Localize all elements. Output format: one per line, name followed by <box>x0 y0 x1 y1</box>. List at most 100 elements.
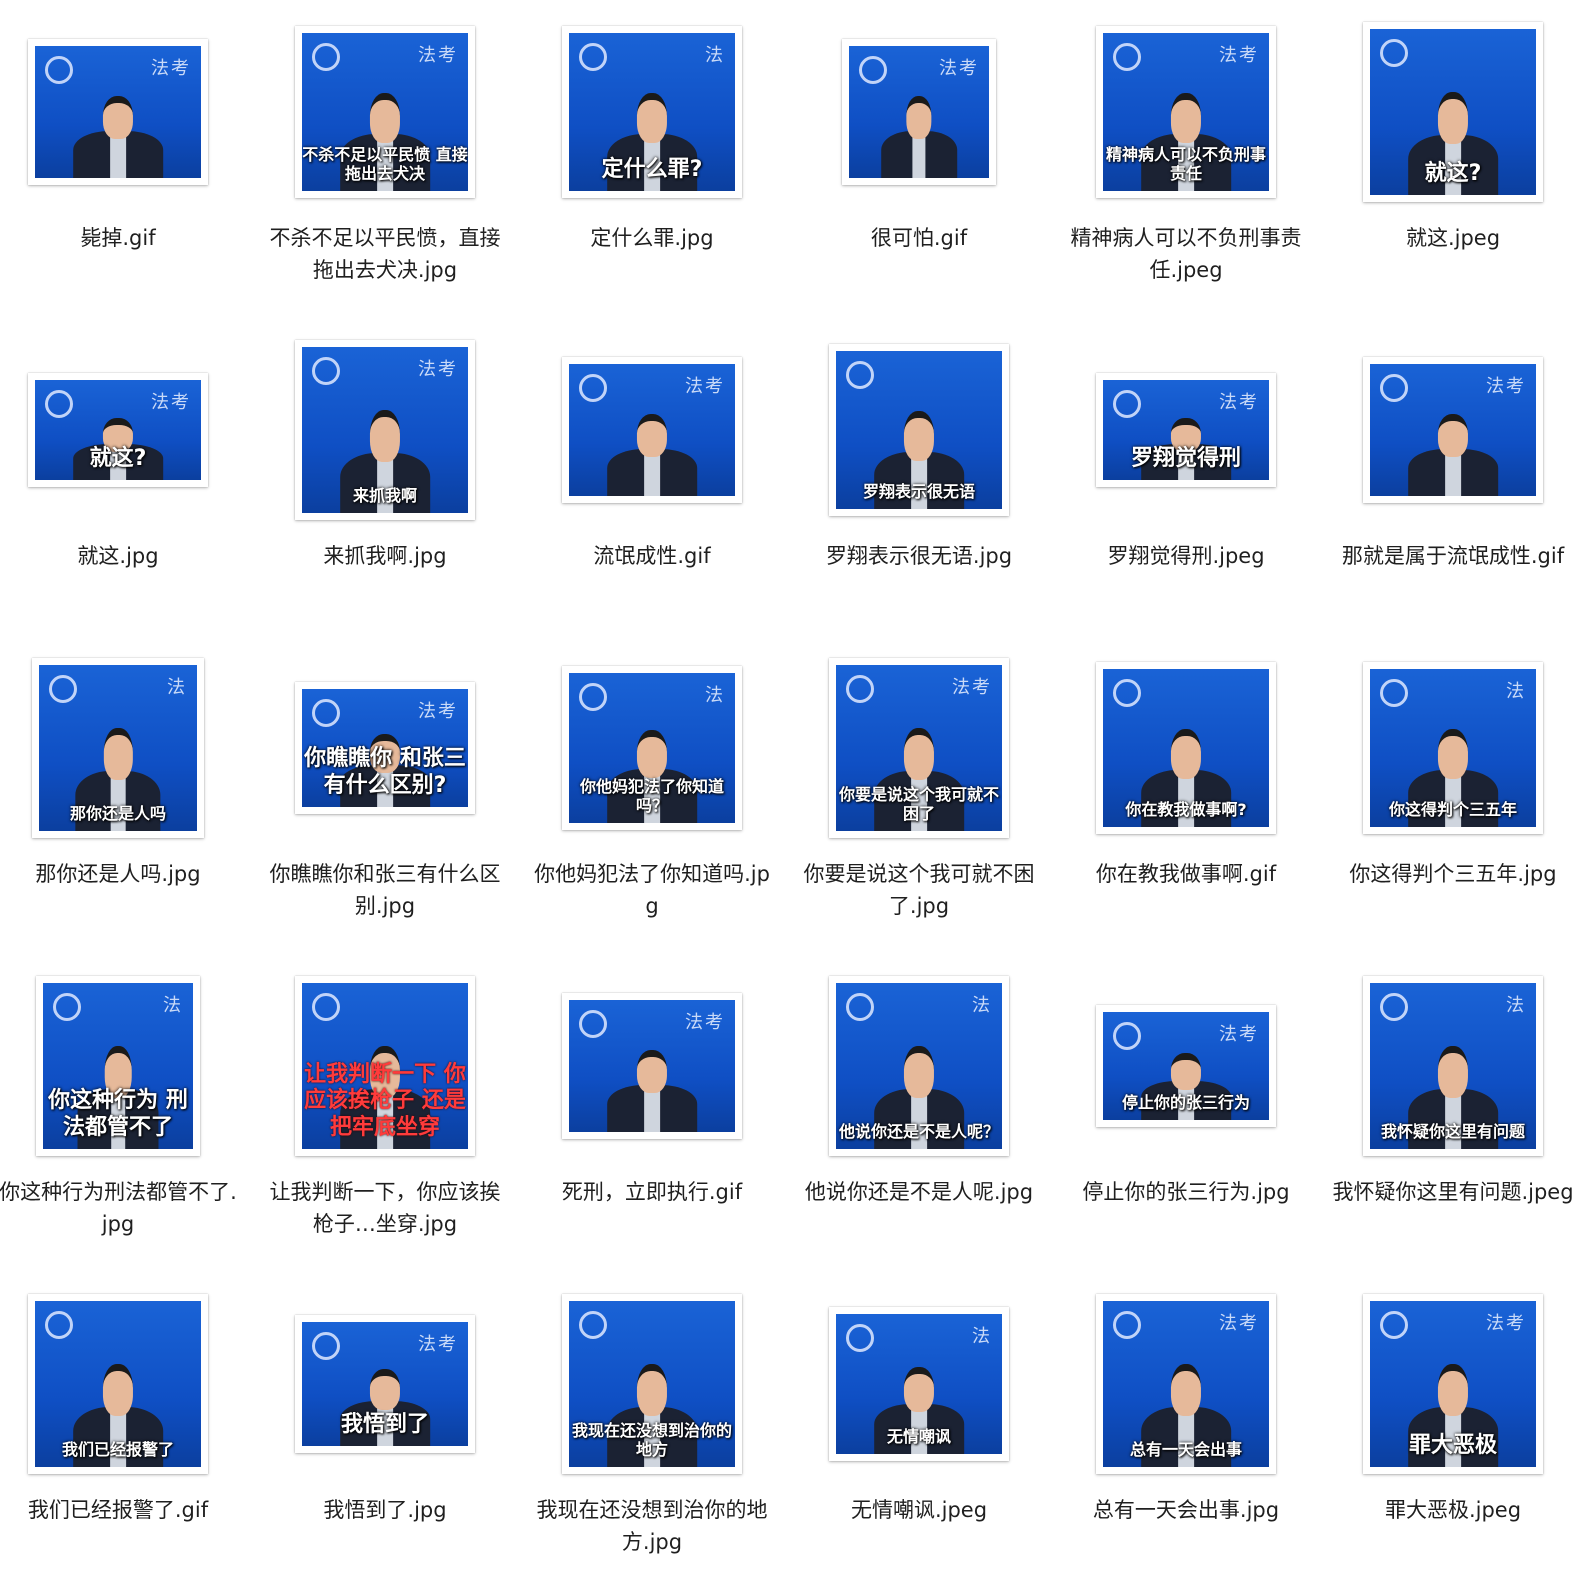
file-thumbnail[interactable]: 法考 总有一天会出事 <box>1096 1294 1276 1474</box>
file-item[interactable]: 法考 那就是属于流氓成性.gif <box>1338 330 1568 648</box>
file-item[interactable]: 法考 很可怕.gif <box>804 12 1034 330</box>
file-thumbnail[interactable]: 法无情嘲讽 <box>829 1307 1009 1461</box>
file-name-label[interactable]: 无情嘲讽.jpeg <box>798 1494 1040 1526</box>
file-item[interactable]: 我现在还没想到治你的地方 我现在还没想到治你的地方.jpg <box>537 1284 768 1587</box>
thumbnail-image: 法考 罪大恶极 <box>1370 1301 1536 1467</box>
file-item[interactable]: 法考 流氓成性.gif <box>537 330 767 648</box>
file-item[interactable]: 让我判断一下 你应该挨枪子 还是把牢底坐穿 让我判断一下，你应该挨枪子…坐穿.jp… <box>270 966 501 1284</box>
file-item[interactable]: 法考 总有一天会出事 总有一天会出事.jpg <box>1071 1284 1301 1587</box>
file-item[interactable]: 法他说你还是不是人呢？ 他说你还是不是人呢.jpg <box>804 966 1034 1284</box>
file-name-label[interactable]: 你他妈犯法了你知道吗.jpg <box>531 858 773 922</box>
file-item[interactable]: 法考 我悟到了 我悟到了.jpg <box>270 1284 500 1587</box>
file-thumbnail[interactable]: 法你他妈犯法了你知道吗？ <box>562 666 742 830</box>
file-name-label[interactable]: 你要是说这个我可就不困了.jpg <box>798 858 1040 922</box>
file-name-label[interactable]: 就这.jpeg <box>1332 222 1574 254</box>
brand-text: 法考 <box>418 701 458 722</box>
file-item[interactable]: 就这? 就这.jpeg <box>1338 12 1568 330</box>
file-name-label[interactable]: 你在教我做事啊.gif <box>1065 858 1307 890</box>
file-name-label[interactable]: 罗翔觉得刑.jpeg <box>1065 540 1307 572</box>
file-name-label[interactable]: 不杀不足以平民愤，直接拖出去犬决.jpg <box>264 222 506 286</box>
file-name-label[interactable]: 很可怕.gif <box>798 222 1040 254</box>
file-item[interactable]: 你在教我做事啊? 你在教我做事啊.gif <box>1071 648 1301 966</box>
thumbnail-area: 法无情嘲讽 <box>804 1284 1034 1484</box>
file-thumbnail[interactable]: 法考 我悟到了 <box>295 1315 475 1453</box>
file-name-label[interactable]: 你瞧瞧你和张三有什么区别.jpg <box>264 858 506 922</box>
file-thumbnail[interactable]: 法考 不杀不足以平民愤 直接拖出去犬决 <box>295 26 475 198</box>
file-name-label[interactable]: 我现在还没想到治你的地方.jpg <box>531 1494 773 1558</box>
file-thumbnail[interactable]: 你在教我做事啊? <box>1096 662 1276 834</box>
file-item[interactable]: 法我怀疑你这里有问题我怀疑你这里有问题.jpeg <box>1332 966 1574 1284</box>
file-item[interactable]: 法考 罗翔觉得刑 罗翔觉得刑.jpeg <box>1071 330 1301 648</box>
file-thumbnail[interactable]: 罗翔表示很无语 <box>829 344 1009 516</box>
file-thumbnail[interactable]: 法考 就这? <box>28 373 208 487</box>
file-thumbnail[interactable]: 法你这得判个三五年 <box>1363 662 1543 834</box>
file-item[interactable]: 法考 你要是说这个我可就不困了 你要是说这个我可就不困了.jpg <box>804 648 1035 966</box>
file-thumbnail[interactable]: 法考 你瞧瞧你 和张三有什么区别? <box>295 682 475 814</box>
file-item[interactable]: 法你这种行为 刑法都管不了你这种行为刑法都管不了.jpg <box>0 966 237 1284</box>
file-name-label[interactable]: 精神病人可以不负刑事责任.jpeg <box>1065 222 1307 286</box>
file-thumbnail[interactable]: 法考 你要是说这个我可就不困了 <box>829 658 1009 838</box>
file-thumbnail[interactable]: 法我怀疑你这里有问题 <box>1363 976 1543 1156</box>
file-name-label[interactable]: 停止你的张三行为.jpg <box>1065 1176 1307 1208</box>
file-thumbnail[interactable]: 我们已经报警了 <box>28 1294 208 1474</box>
file-name-label[interactable]: 那就是属于流氓成性.gif <box>1332 540 1574 572</box>
file-name-label[interactable]: 你这得判个三五年.jpg <box>1332 858 1574 890</box>
file-thumbnail[interactable]: 就这? <box>1363 22 1543 202</box>
file-item[interactable]: 法考 就这? 就这.jpg <box>3 330 233 648</box>
file-item[interactable]: 法考 精神病人可以不负刑事责任 精神病人可以不负刑事责任.jpeg <box>1071 12 1302 330</box>
logo-icon <box>1113 390 1141 418</box>
file-item[interactable]: 法考 罪大恶极 罪大恶极.jpeg <box>1338 1284 1568 1587</box>
file-name-label[interactable]: 死刑，立即执行.gif <box>531 1176 773 1208</box>
file-item[interactable]: 法考 停止你的张三行为 停止你的张三行为.jpg <box>1071 966 1301 1284</box>
person-head <box>1437 729 1469 780</box>
file-name-label[interactable]: 你这种行为刑法都管不了.jpg <box>0 1176 239 1240</box>
person-head <box>1170 1364 1202 1417</box>
file-name-label[interactable]: 我们已经报警了.gif <box>0 1494 239 1526</box>
file-name-label[interactable]: 罗翔表示很无语.jpg <box>798 540 1040 572</box>
file-name-label[interactable]: 就这.jpg <box>0 540 239 572</box>
file-thumbnail[interactable]: 法考 精神病人可以不负刑事责任 <box>1096 26 1276 198</box>
file-thumbnail[interactable]: 法他说你还是不是人呢？ <box>829 976 1009 1156</box>
file-thumbnail[interactable]: 法考 <box>1363 357 1543 503</box>
file-name-label[interactable]: 我怀疑你这里有问题.jpeg <box>1332 1176 1574 1208</box>
file-thumbnail[interactable]: 法定什么罪? <box>562 26 742 198</box>
file-name-label[interactable]: 毙掉.gif <box>0 222 239 254</box>
file-name-label[interactable]: 总有一天会出事.jpg <box>1065 1494 1307 1526</box>
file-item[interactable]: 法考 死刑，立即执行.gif <box>537 966 767 1284</box>
file-thumbnail[interactable]: 法考 <box>842 39 996 185</box>
file-item[interactable]: 法那你还是人吗 那你还是人吗.jpg <box>3 648 233 966</box>
thumbnail-area: 法考 总有一天会出事 <box>1071 1284 1301 1484</box>
file-item[interactable]: 法你他妈犯法了你知道吗？ 你他妈犯法了你知道吗.jpg <box>534 648 770 966</box>
file-item[interactable]: 法你这得判个三五年 你这得判个三五年.jpg <box>1338 648 1568 966</box>
file-thumbnail[interactable]: 法考 <box>562 357 742 503</box>
file-thumbnail[interactable]: 法你这种行为 刑法都管不了 <box>36 976 200 1156</box>
file-item[interactable]: 法无情嘲讽 无情嘲讽.jpeg <box>804 1284 1034 1587</box>
file-name-label[interactable]: 流氓成性.gif <box>531 540 773 572</box>
file-item[interactable]: 法考 毙掉.gif <box>3 12 233 330</box>
file-thumbnail[interactable]: 法那你还是人吗 <box>32 658 204 838</box>
file-item[interactable]: 我们已经报警了 我们已经报警了.gif <box>3 1284 233 1587</box>
file-name-label[interactable]: 来抓我啊.jpg <box>264 540 506 572</box>
file-item[interactable]: 法考 来抓我啊 来抓我啊.jpg <box>270 330 500 648</box>
file-item[interactable]: 法考 不杀不足以平民愤 直接拖出去犬决 不杀不足以平民愤，直接拖出去犬决.jpg <box>270 12 501 330</box>
file-name-label[interactable]: 罪大恶极.jpeg <box>1332 1494 1574 1526</box>
file-item[interactable]: 法定什么罪? 定什么罪.jpg <box>537 12 767 330</box>
file-thumbnail[interactable]: 法考 <box>28 39 208 185</box>
file-name-label[interactable]: 我悟到了.jpg <box>264 1494 506 1526</box>
file-thumbnail[interactable]: 我现在还没想到治你的地方 <box>562 1294 742 1474</box>
file-thumbnail[interactable]: 让我判断一下 你应该挨枪子 还是把牢底坐穿 <box>295 976 475 1156</box>
thumbnail-caption: 罗翔表示很无语 <box>862 481 975 501</box>
file-thumbnail[interactable]: 法考 停止你的张三行为 <box>1096 1005 1276 1127</box>
file-thumbnail[interactable]: 法考 <box>562 993 742 1139</box>
file-name-label[interactable]: 让我判断一下，你应该挨枪子…坐穿.jpg <box>264 1176 506 1240</box>
file-name-label[interactable]: 那你还是人吗.jpg <box>0 858 239 890</box>
file-name-label[interactable]: 他说你还是不是人呢.jpg <box>798 1176 1040 1208</box>
file-item[interactable]: 法考 你瞧瞧你 和张三有什么区别? 你瞧瞧你和张三有什么区别.jpg <box>270 648 501 966</box>
brand-text: 法考 <box>1219 1313 1259 1334</box>
file-thumbnail[interactable]: 法考 罗翔觉得刑 <box>1096 373 1276 487</box>
file-name-label[interactable]: 定什么罪.jpg <box>531 222 773 254</box>
file-thumbnail[interactable]: 法考 来抓我啊 <box>295 340 475 520</box>
file-item[interactable]: 罗翔表示很无语 罗翔表示很无语.jpg <box>804 330 1034 648</box>
thumbnail-caption: 罪大恶极 <box>1408 1432 1497 1458</box>
file-thumbnail[interactable]: 法考 罪大恶极 <box>1363 1294 1543 1474</box>
